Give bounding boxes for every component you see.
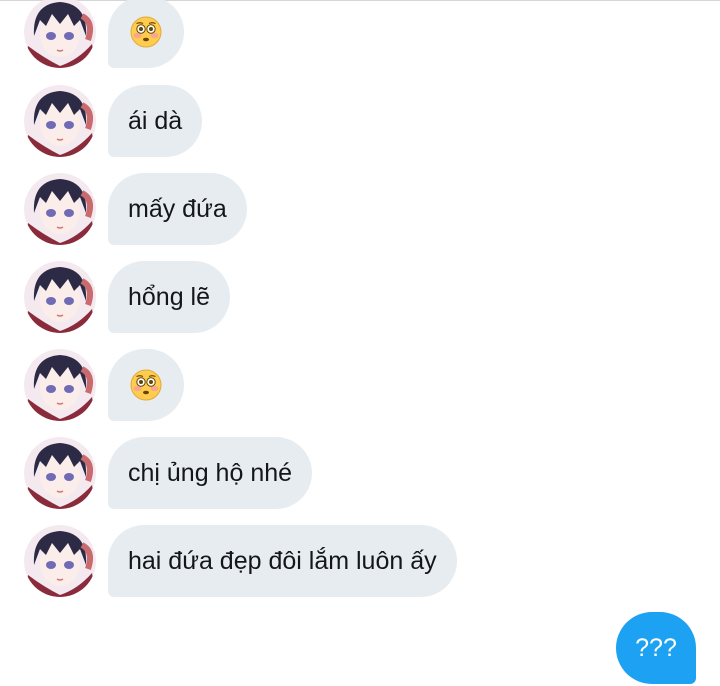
avatar-portrait-icon [24, 261, 96, 333]
avatar[interactable] [24, 437, 96, 509]
message-row: hổng lẽ [0, 261, 720, 333]
avatar-portrait-icon [24, 85, 96, 157]
flushed-face-icon [130, 16, 162, 48]
message-bubble[interactable]: chị ủng hộ nhé [108, 437, 313, 509]
message-row: hai đứa đẹp đôi lắm luôn ấy [0, 525, 720, 597]
message-bubble[interactable]: hổng lẽ [108, 261, 231, 333]
message-bubble[interactable] [108, 349, 184, 421]
message-row: chị ủng hộ nhé [0, 437, 720, 509]
avatar-portrait-icon [24, 525, 96, 597]
sent-message-bubble[interactable]: ??? [616, 612, 696, 684]
message-row: mấy đứa [0, 173, 720, 245]
message-text: chị ủng hộ nhé [128, 458, 293, 487]
flushed-face-icon [130, 369, 162, 401]
avatar[interactable] [24, 349, 96, 421]
message-row: ái dà [0, 85, 720, 157]
message-row [0, 0, 720, 68]
message-bubble[interactable]: hai đứa đẹp đôi lắm luôn ấy [108, 525, 457, 597]
avatar-portrait-icon [24, 173, 96, 245]
message-text: hai đứa đẹp đôi lắm luôn ấy [128, 546, 437, 575]
message-bubble[interactable] [108, 0, 184, 68]
avatar-portrait-icon [24, 437, 96, 509]
message-bubble[interactable]: ái dà [108, 85, 203, 157]
avatar-portrait-icon [24, 0, 96, 68]
message-bubble[interactable]: mấy đứa [108, 173, 247, 245]
avatar[interactable] [24, 85, 96, 157]
message-text: ái dà [128, 106, 183, 135]
message-text: hổng lẽ [128, 282, 211, 311]
conversation-thread: ái dà mấy đứa hổng lẽ chị ủng hộ nhé hai… [0, 0, 720, 686]
avatar[interactable] [24, 261, 96, 333]
avatar[interactable] [24, 0, 96, 68]
avatar[interactable] [24, 173, 96, 245]
message-text: mấy đứa [128, 194, 227, 223]
avatar-portrait-icon [24, 349, 96, 421]
message-row [0, 349, 720, 421]
sent-message-text: ??? [635, 633, 677, 662]
avatar[interactable] [24, 525, 96, 597]
